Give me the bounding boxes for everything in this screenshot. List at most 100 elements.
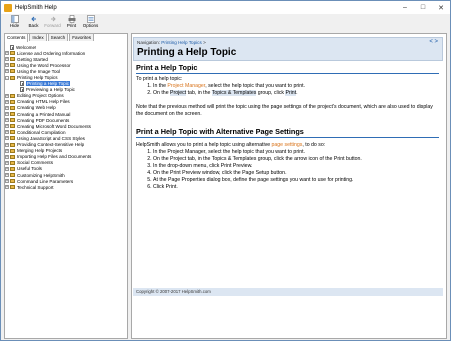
section2-intro: HelpSmith allows you to print a help top… — [136, 142, 326, 148]
book-icon — [10, 93, 15, 98]
close-button[interactable]: ✕ — [432, 1, 450, 14]
hide-icon — [10, 15, 19, 23]
tree-item-label: Social Comments — [17, 160, 53, 166]
breadcrumb-link[interactable]: Printing Help Topics — [161, 40, 202, 45]
tree-item-label: Providing Context-Sensitive Help — [17, 142, 85, 148]
tree-item-label: Printing a Help Topic — [26, 81, 71, 87]
book-icon — [10, 130, 15, 135]
navigation-tabs: Contents Index Search Favorites — [4, 33, 95, 42]
print-button[interactable]: Print — [62, 14, 81, 32]
step-item: On the Project tab, in the Topics & Temp… — [153, 156, 437, 163]
tree-item-label: Merging Help Projects — [17, 148, 63, 154]
expand-icon[interactable]: + — [5, 185, 9, 190]
expand-icon[interactable]: + — [5, 63, 9, 68]
tab-contents[interactable]: Contents — [4, 33, 29, 42]
tree-item-label: Editing Project Options — [17, 93, 64, 99]
expand-icon[interactable]: + — [5, 136, 9, 141]
section-divider — [136, 137, 439, 138]
main-window: HelpSmith Help – □ ✕ Hide Back Forward P… — [0, 0, 451, 341]
minimize-button[interactable]: – — [396, 1, 414, 14]
topic-header: Navigation: Printing Help Topics > < > P… — [133, 37, 443, 61]
tab-search[interactable]: Search — [47, 33, 69, 41]
book-icon — [10, 105, 15, 110]
book-icon — [10, 179, 15, 184]
tree-item-label: Creating a Printed Manual — [17, 111, 71, 117]
expand-icon[interactable]: + — [5, 118, 9, 123]
back-arrow-icon — [30, 16, 36, 22]
tree-item-label: Creating HTML Help Files — [17, 99, 70, 105]
book-icon — [10, 166, 15, 171]
book-icon — [10, 118, 15, 123]
forward-arrow-icon — [50, 16, 56, 22]
book-icon — [10, 63, 15, 68]
step-item: In the Project Manager, select the help … — [153, 83, 437, 90]
breadcrumb: Navigation: Printing Help Topics > — [137, 40, 206, 45]
tree-item-label: Customizing HelpSmith — [17, 172, 65, 178]
expand-icon[interactable]: + — [5, 105, 9, 110]
maximize-button[interactable]: □ — [414, 1, 432, 14]
toolbar: Hide Back Forward Print Options — [1, 14, 450, 32]
topic-content: Print a Help Topic To print a help topic… — [133, 62, 443, 288]
section1-steps: In the Project Manager, select the help … — [147, 83, 437, 97]
page-settings-link[interactable]: page settings — [272, 142, 303, 148]
expand-icon[interactable]: + — [5, 93, 9, 98]
tree-item[interactable]: + Technical Support — [5, 184, 127, 190]
copyright-footer: Copyright © 2007-2017 HelpSmith.com — [133, 288, 443, 296]
tree-item-label: Creating PDF Documents — [17, 117, 70, 123]
book-icon — [10, 185, 15, 190]
book-icon — [10, 173, 15, 178]
tab-index[interactable]: Index — [29, 33, 47, 41]
expand-icon[interactable]: + — [5, 173, 9, 178]
options-icon — [86, 15, 95, 23]
options-button[interactable]: Options — [81, 14, 100, 32]
expand-icon[interactable]: + — [5, 148, 9, 153]
prev-next-links[interactable]: < > — [429, 39, 438, 45]
step-item: At the Page Properties dialog box, defin… — [153, 177, 437, 184]
section2-steps: In the Project Manager, select the help … — [147, 149, 437, 191]
project-manager-link[interactable]: Project Manager — [167, 83, 205, 89]
expand-icon[interactable]: + — [5, 99, 9, 104]
expand-icon[interactable]: + — [5, 57, 9, 62]
note-text: Note that the previous method will print… — [136, 104, 433, 117]
step-item: On the Project tab, in the Topics & Temp… — [153, 90, 437, 97]
expand-icon[interactable]: + — [5, 142, 9, 147]
book-icon — [10, 57, 15, 62]
expand-icon[interactable]: + — [5, 124, 9, 129]
step-item: In the drop-down menu, click Print Previ… — [153, 163, 437, 170]
expand-icon[interactable]: + — [5, 154, 9, 159]
tree-item-label: License and Ordering Information — [17, 50, 86, 56]
section-heading-print: Print a Help Topic — [136, 63, 198, 72]
step-item: In the Project Manager, select the help … — [153, 149, 437, 156]
tree-item-label: Conditional Compilation — [17, 129, 66, 135]
forward-button[interactable]: Forward — [43, 14, 62, 32]
tree-item-label: Importing Help Files and Documents — [17, 154, 92, 160]
page-icon — [10, 44, 14, 50]
collapse-icon[interactable]: - — [5, 75, 9, 80]
expand-icon[interactable]: + — [5, 179, 9, 184]
tree-item-label: Using the Word Processor — [17, 62, 71, 68]
book-icon — [10, 112, 15, 117]
page-title: Printing a Help Topic — [137, 47, 237, 58]
section1-intro: To print a help topic: — [136, 76, 183, 82]
expand-icon[interactable]: + — [5, 69, 9, 74]
book-icon — [10, 69, 15, 74]
tree-item-label: Printing Help Topics — [17, 75, 58, 81]
tab-favorites[interactable]: Favorites — [69, 33, 95, 41]
section-heading-alternative: Print a Help Topic with Alternative Page… — [136, 127, 304, 136]
back-button[interactable]: Back — [24, 14, 43, 32]
book-icon — [10, 160, 15, 165]
hide-button[interactable]: Hide — [5, 14, 24, 32]
tree-item-label: Welcome! — [16, 44, 37, 50]
tree-item-label: Creating Microsoft Word Documents — [17, 123, 91, 129]
tree-item-label: Using JavaScript and CSS Styles — [17, 135, 85, 141]
tree-item-label: Technical Support — [17, 184, 54, 190]
title-bar: HelpSmith Help – □ ✕ — [1, 1, 450, 14]
expand-icon[interactable]: + — [5, 130, 9, 135]
book-icon — [10, 148, 15, 153]
expand-icon[interactable]: + — [5, 160, 9, 165]
book-icon — [10, 124, 15, 129]
expand-icon[interactable]: + — [5, 51, 9, 56]
expand-icon[interactable]: + — [5, 166, 9, 171]
expand-icon[interactable]: + — [5, 112, 9, 117]
book-icon — [10, 75, 15, 80]
